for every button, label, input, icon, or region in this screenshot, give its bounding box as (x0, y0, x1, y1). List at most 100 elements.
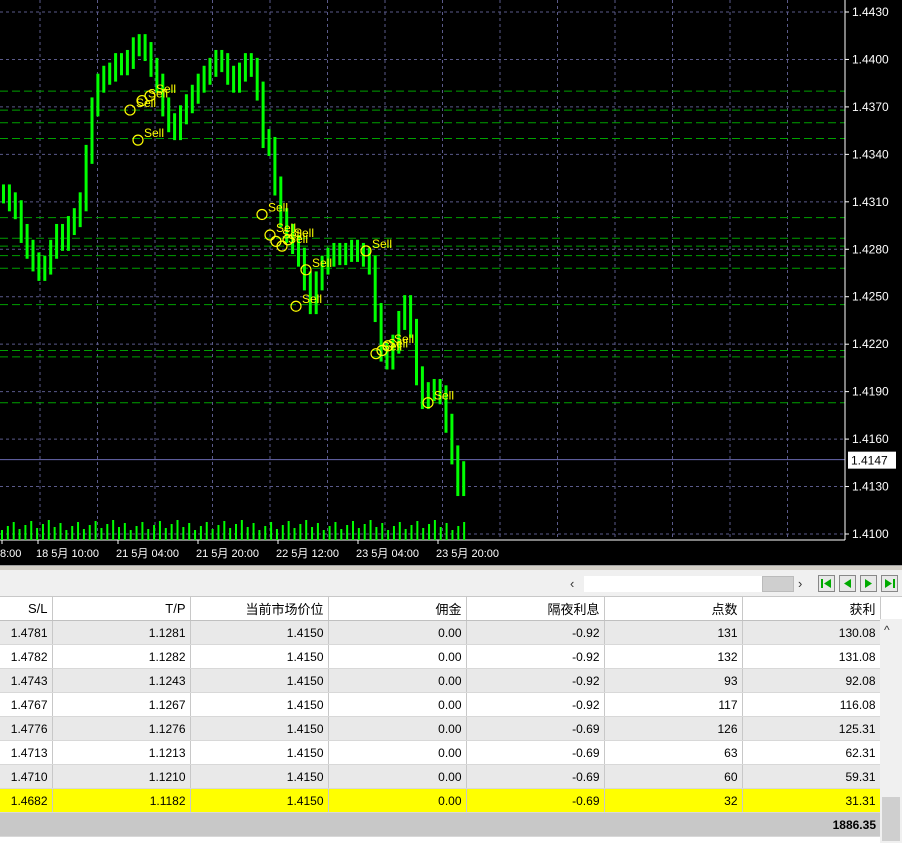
volume-bar (106, 524, 109, 540)
table-row[interactable]: 1.4781 1.1281 1.4150 0.00 -0.92 131 130.08 (0, 620, 881, 645)
terminal-panel: ‹ › S/L T/P 当前市场价位 佣金 隔夜利息 点数 获利 1.4781 … (0, 565, 902, 843)
price-candle (214, 49, 218, 77)
table-row[interactable]: 1.4767 1.1267 1.4150 0.00 -0.92 117 116.08 (0, 692, 881, 717)
price-candle (13, 192, 17, 220)
vertical-scroll-thumb[interactable] (882, 797, 900, 841)
price-candle (243, 53, 247, 82)
price-candle (84, 144, 88, 212)
col-header-commission[interactable]: 佣金 (328, 597, 467, 621)
volume-bar (258, 530, 261, 540)
price-candle (114, 53, 118, 82)
volume-bar (363, 524, 366, 540)
table-cell: 31.31 (742, 788, 881, 813)
scroll-track[interactable] (584, 576, 762, 592)
table-cell: 0.00 (328, 716, 467, 741)
table-cell: 32 (604, 788, 743, 813)
volume-bar (1, 530, 3, 540)
scroll-left-arrow-icon[interactable]: ‹ (570, 576, 574, 591)
table-cell: 93 (604, 668, 743, 693)
volume-bar (188, 523, 191, 540)
table-cell: -0.92 (466, 668, 605, 693)
volume-bar (281, 525, 284, 540)
chart-canvas[interactable]: 1.4430 1.4400 1.4370 1.4340 1.4310 1.4280 1.42… (0, 0, 902, 565)
price-candle (61, 223, 64, 251)
volume-bar (182, 527, 185, 540)
volume-bar (47, 520, 50, 540)
volume-bar (428, 524, 431, 540)
price-candle (96, 73, 100, 117)
col-header-sl[interactable]: S/L (0, 597, 53, 621)
scroll-up-arrow-icon[interactable]: ^ (884, 623, 890, 637)
sell-marker-icon[interactable] (300, 264, 312, 276)
col-header-market-price[interactable]: 当前市场价位 (190, 597, 329, 621)
volume-bar (463, 522, 466, 540)
table-cell: 1.1267 (52, 692, 191, 717)
table-row[interactable]: 1.4776 1.1276 1.4150 0.00 -0.69 126 125.31 (0, 716, 881, 741)
volume-bar (375, 527, 378, 540)
sell-marker-icon[interactable] (256, 208, 268, 221)
volume-bar (24, 525, 27, 540)
sell-label: Sell (156, 82, 176, 96)
price-candle (49, 239, 53, 275)
price-candle (72, 208, 76, 236)
table-row[interactable]: 1.4743 1.1243 1.4150 0.00 -0.92 93 92.08 (0, 668, 881, 693)
chart-scrollbar[interactable]: ‹ › (0, 570, 902, 597)
total-row: 1886.35 (0, 812, 880, 837)
volume-bar (36, 528, 39, 540)
col-header-tp[interactable]: T/P (52, 597, 191, 621)
price-candle (249, 53, 253, 77)
scroll-right-arrow-icon[interactable]: › (798, 576, 802, 591)
table-row[interactable]: 1.4710 1.1210 1.4150 0.00 -0.69 60 59.31 (0, 764, 881, 789)
play-back-icon (844, 579, 851, 588)
table-cell: 116.08 (742, 692, 881, 717)
scroll-thumb[interactable] (762, 576, 794, 592)
volume-bar (71, 526, 74, 540)
nav-next-button[interactable] (860, 575, 877, 592)
table-cell: 0.00 (328, 788, 467, 813)
sell-marker-icon[interactable] (290, 300, 302, 312)
price-candle (267, 129, 271, 156)
sell-marker-icon[interactable] (132, 134, 144, 146)
price-tick-label: 1.4340 (852, 147, 889, 161)
table-cell: 1.1213 (52, 740, 191, 765)
volume-bar (217, 525, 220, 540)
price-candle (120, 53, 123, 76)
nav-last-button[interactable] (881, 575, 898, 592)
price-candle (202, 65, 206, 93)
table-row[interactable]: 1.4682 1.1182 1.4150 0.00 -0.69 32 31.31 (0, 788, 881, 813)
col-header-profit[interactable]: 获利 (742, 597, 881, 621)
col-header-swap[interactable]: 隔夜利息 (466, 597, 605, 621)
table-cell: 62.31 (742, 740, 881, 765)
table-cell: 1.4150 (190, 788, 329, 813)
volume-bar (305, 520, 308, 540)
table-cell: 1.4150 (190, 764, 329, 789)
volume-bar (392, 526, 395, 540)
table-cell: -0.69 (466, 788, 605, 813)
price-chart[interactable]: 1.4430 1.4400 1.4370 1.4340 1.4310 1.4280 1.42… (0, 0, 902, 565)
nav-first-button[interactable] (818, 575, 835, 592)
current-price-label: 1.4147 (851, 454, 888, 468)
price-tick-label: 1.4430 (852, 5, 889, 19)
volume-bar (246, 527, 249, 540)
price-tick-label: 1.4400 (852, 52, 889, 66)
price-candle (415, 318, 418, 386)
table-row[interactable]: 1.4782 1.1282 1.4150 0.00 -0.92 132 131.08 (0, 644, 881, 669)
volume-bar (6, 526, 9, 540)
time-tick-label: 18 5月 10:00 (36, 548, 99, 560)
volume-bar (270, 522, 273, 540)
table-cell: 1.4713 (0, 740, 53, 765)
volume-bar (328, 526, 331, 540)
table-cell: 131 (604, 620, 743, 645)
volume-bar (352, 521, 354, 540)
col-header-points[interactable]: 点数 (604, 597, 743, 621)
volume-bar (311, 527, 314, 540)
sell-label: Sell (394, 332, 414, 346)
volume-bar (252, 523, 255, 540)
volume-bar (123, 523, 126, 540)
nav-prev-button[interactable] (839, 575, 856, 592)
volume-bar (322, 530, 325, 540)
table-row[interactable]: 1.4713 1.1213 1.4150 0.00 -0.69 63 62.31 (0, 740, 881, 765)
volume-bar (410, 525, 413, 540)
table-cell: 1.4682 (0, 788, 53, 813)
table-vertical-scrollbar[interactable]: ^ (880, 619, 902, 843)
